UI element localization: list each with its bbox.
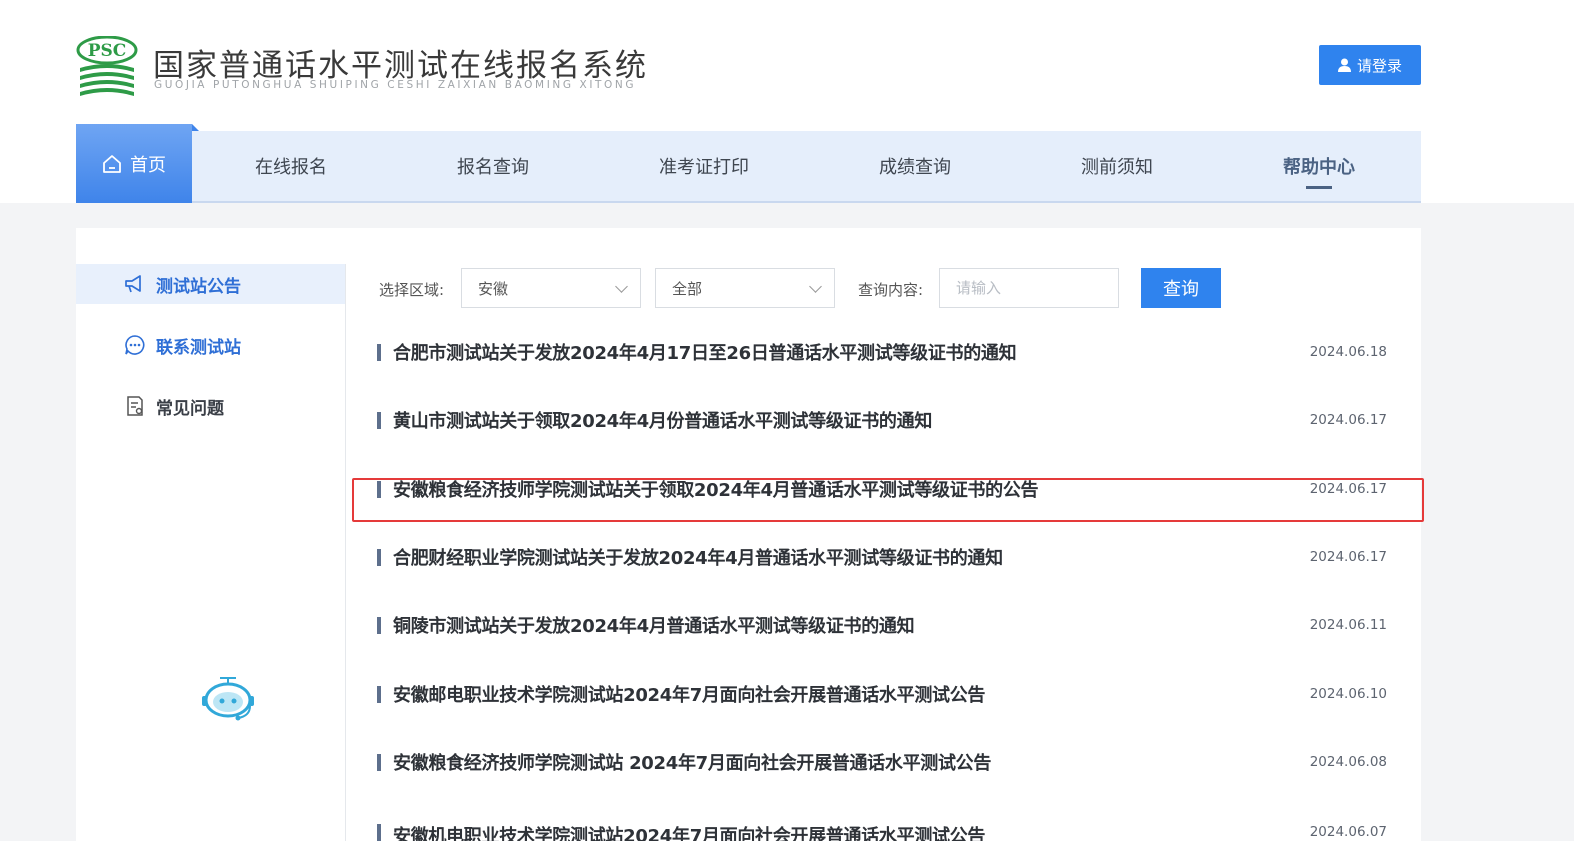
site-subtitle: GUOJIA PUTONGHUA SHUIPING CESHI ZAIXIAN … (154, 79, 637, 91)
user-icon (1337, 58, 1351, 72)
region-select[interactable]: 安徽 (461, 268, 641, 308)
news-title: 安徽机电职业技术学院测试站2024年7月面向社会开展普通话水平测试公告 (393, 826, 986, 841)
chevron-down-icon (809, 280, 822, 293)
news-title: 黄山市测试站关于领取2024年4月份普通话水平测试等级证书的通知 (393, 411, 933, 432)
query-label: 查询内容: (858, 281, 924, 299)
news-item[interactable]: 合肥财经职业学院测试站关于发放2024年4月普通话水平测试等级证书的通知 202… (377, 537, 1387, 577)
login-button[interactable]: 请登录 (1319, 45, 1421, 85)
region-label: 选择区域: (379, 281, 445, 299)
news-title: 安徽粮食经济技师学院测试站关于领取2024年4月普通话水平测试等级证书的公告 (393, 480, 1039, 501)
nav-item-registration-query[interactable]: 报名查询 (457, 131, 529, 201)
news-item[interactable]: 安徽邮电职业技术学院测试站2024年7月面向社会开展普通话水平测试公告 2024… (377, 674, 1387, 714)
megaphone-icon (125, 275, 141, 293)
news-date: 2024.06.17 (1309, 412, 1387, 428)
sidebar-item-contact-station[interactable]: 联系测试站 (76, 325, 345, 365)
nav-item-pretest-notice[interactable]: 测前须知 (1081, 131, 1153, 201)
news-item[interactable]: 安徽粮食经济技师学院测试站 2024年7月面向社会开展普通话水平测试公告 202… (377, 742, 1387, 782)
news-item[interactable]: 安徽机电职业技术学院测试站2024年7月面向社会开展普通话水平测试公告 2024… (377, 812, 1387, 841)
main-nav: 首页 在线报名 报名查询 准考证打印 成绩查询 测前须知 帮助中心 (76, 124, 1421, 203)
news-date: 2024.06.18 (1309, 344, 1387, 360)
logo-text: PSC (88, 41, 127, 61)
sidebar-item-faq[interactable]: 常见问题 (76, 386, 345, 426)
header: PSC 国家普通话水平测试在线报名系统 GUOJIA PUTONGHUA SHU… (0, 0, 1574, 203)
news-date: 2024.06.17 (1309, 549, 1387, 565)
sidebar-item-announcements[interactable]: 测试站公告 (76, 264, 345, 304)
news-date: 2024.06.10 (1309, 686, 1387, 702)
document-icon (127, 396, 143, 416)
category-select[interactable]: 全部 (655, 268, 835, 308)
news-date: 2024.06.11 (1309, 617, 1387, 633)
news-title: 合肥市测试站关于发放2024年4月17日至26日普通话水平测试等级证书的通知 (393, 343, 1017, 364)
nav-home[interactable]: 首页 (76, 124, 199, 203)
news-title: 合肥财经职业学院测试站关于发放2024年4月普通话水平测试等级证书的通知 (393, 548, 1003, 569)
nav-home-label: 首页 (130, 154, 166, 176)
news-date: 2024.06.08 (1309, 754, 1387, 770)
news-title: 安徽邮电职业技术学院测试站2024年7月面向社会开展普通话水平测试公告 (393, 685, 986, 706)
news-date: 2024.06.17 (1309, 481, 1387, 497)
sidebar-item-label: 常见问题 (156, 398, 224, 419)
sidebar-item-label: 联系测试站 (156, 337, 241, 358)
nav-item-online-registration[interactable]: 在线报名 (255, 131, 327, 201)
sidebar-item-label: 测试站公告 (156, 276, 241, 297)
chat-icon (125, 335, 145, 355)
nav-item-admission-ticket[interactable]: 准考证打印 (659, 131, 749, 201)
login-label: 请登录 (1356, 56, 1402, 75)
content-card: 测试站公告 联系测试站 常见问题 选择区域: 安徽 全部 查询内容: 请输入 查… (76, 228, 1421, 841)
news-title: 安徽粮食经济技师学院测试站 2024年7月面向社会开展普通话水平测试公告 (393, 753, 992, 774)
news-title: 铜陵市测试站关于发放2024年4月普通话水平测试等级证书的通知 (393, 616, 915, 637)
psc-logo: PSC (76, 36, 138, 96)
query-input[interactable] (939, 268, 1119, 308)
region-value: 安徽 (478, 279, 509, 298)
chevron-down-icon (615, 280, 628, 293)
home-icon (103, 154, 121, 173)
robot-assistant-icon[interactable] (198, 674, 258, 724)
news-item[interactable]: 合肥市测试站关于发放2024年4月17日至26日普通话水平测试等级证书的通知 2… (377, 332, 1387, 372)
category-value: 全部 (672, 279, 703, 298)
news-date: 2024.06.07 (1309, 824, 1387, 840)
sidebar: 测试站公告 联系测试站 常见问题 (76, 264, 346, 841)
news-item[interactable]: 铜陵市测试站关于发放2024年4月普通话水平测试等级证书的通知 2024.06.… (377, 605, 1387, 645)
nav-item-help-center[interactable]: 帮助中心 (1283, 131, 1355, 201)
news-item[interactable]: 黄山市测试站关于领取2024年4月份普通话水平测试等级证书的通知 2024.06… (377, 400, 1387, 440)
nav-item-score-query[interactable]: 成绩查询 (879, 131, 951, 201)
news-item[interactable]: 安徽粮食经济技师学院测试站关于领取2024年4月普通话水平测试等级证书的公告 2… (377, 469, 1387, 509)
search-button[interactable]: 查询 (1141, 268, 1221, 308)
